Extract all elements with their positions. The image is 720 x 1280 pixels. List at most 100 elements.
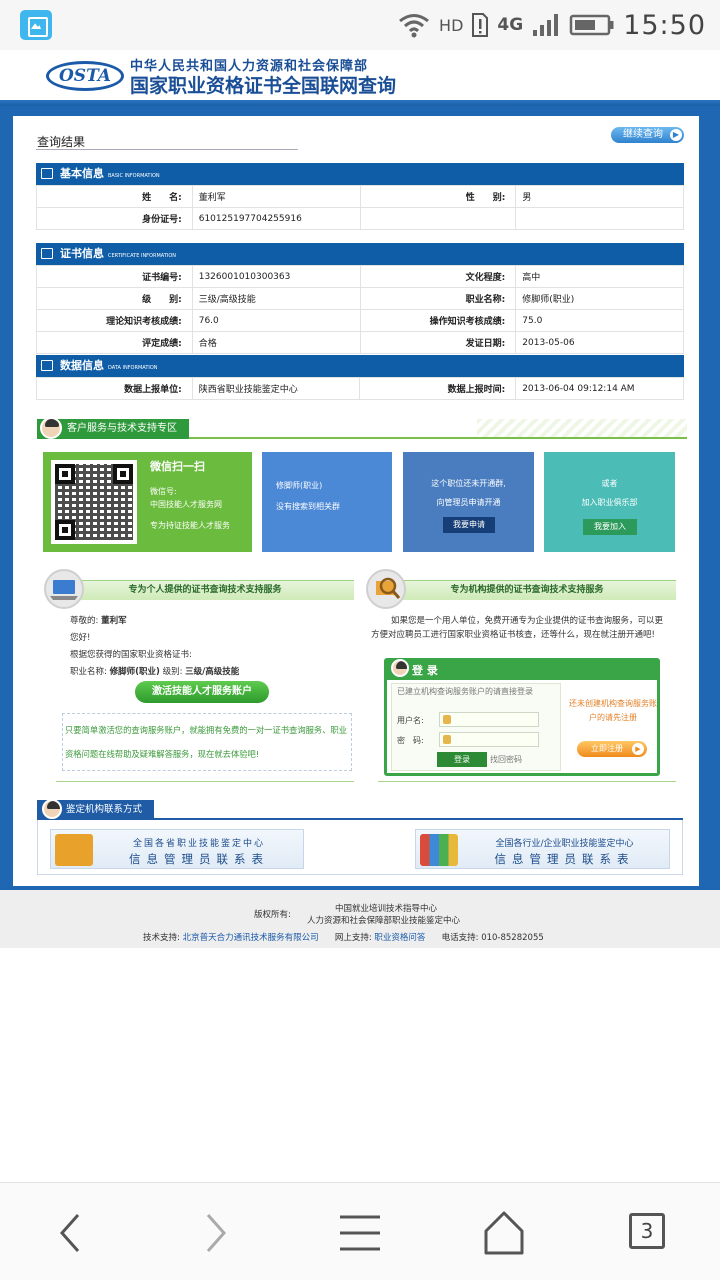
continue-query-label: 继续查询 — [623, 129, 663, 140]
industry-contact-link[interactable]: 全国各行业/企业职业技能鉴定中心 信息管理员联系表 — [415, 829, 670, 869]
back-button[interactable] — [40, 1207, 100, 1259]
field-value: 合格 — [191, 331, 361, 354]
join-button[interactable]: 我要加入 — [583, 519, 637, 535]
tabs-button[interactable]: 3 — [618, 1207, 678, 1259]
wifi-icon — [399, 14, 429, 38]
phone-number: 010-85282055 — [481, 933, 544, 943]
cert-info-header: 证书信息 CERTIFICATE INFORMATION — [36, 243, 684, 265]
field-label: 数据上报时间: — [359, 377, 517, 400]
forgot-password-link[interactable]: 找回密码 — [490, 754, 522, 765]
forward-button[interactable] — [186, 1207, 246, 1259]
battery-icon — [569, 14, 614, 36]
chevron-right-icon — [206, 1214, 227, 1252]
register-label: 立即注册 — [591, 744, 623, 753]
home-button[interactable] — [474, 1207, 534, 1259]
user-icon — [443, 715, 451, 724]
field-label: 级 别: — [36, 287, 193, 310]
wechat-tagline: 专为持证技能人才服务 — [150, 521, 230, 530]
occupation-group-card: 修脚师(职业) 没有搜索到相关群 — [262, 452, 392, 552]
login-header: 登 录 — [387, 661, 657, 680]
field-value: 610125197704255916 — [191, 207, 361, 230]
wechat-account: 中国技能人才服务网 — [150, 500, 222, 509]
menu-button[interactable] — [330, 1207, 390, 1259]
field-label: 性 别: — [359, 185, 517, 208]
apply-group-card: 这个职位还未开通群, 向管理员申请开通 我要申请 — [403, 452, 534, 552]
stripe-decoration — [477, 419, 687, 437]
org-service-header: 专为机构提供的证书查询技术支持服务 — [378, 580, 676, 600]
password-input[interactable] — [439, 732, 539, 747]
customer-service-header: 客户服务与技术支持专区 — [37, 417, 687, 439]
basic-info-title: 基本信息 — [60, 167, 104, 180]
table-row: 身份证号: 610125197704255916 — [36, 207, 684, 230]
site-header: OSTA 中华人民共和国人力资源和社会保障部 国家职业资格证书全国联网查询 — [0, 50, 720, 102]
field-value: 75.0 — [515, 309, 684, 332]
province-contact-line1: 全国各省职业技能鉴定中心 — [132, 839, 265, 849]
cert-info-title-en: CERTIFICATE INFORMATION — [108, 253, 177, 259]
contact-icon — [42, 799, 62, 819]
support-agent-icon — [40, 417, 62, 439]
arrow-right-icon: ▶ — [632, 743, 644, 755]
data-info-header: 数据信息 DATA INFORMATION — [36, 355, 684, 377]
field-value: 2013-05-06 — [515, 331, 684, 354]
tech-support-label: 技术支持: — [143, 933, 180, 943]
data-info-title: 数据信息 — [60, 359, 104, 372]
register-button[interactable]: 立即注册 ▶ — [577, 741, 647, 757]
field-label: 评定成绩: — [36, 331, 193, 354]
copyright-org1: 中国就业培训技术指导中心 — [335, 904, 438, 914]
status-bar: HD 4G 15:50 — [0, 0, 720, 50]
province-contact-link[interactable]: 全国各省职业技能鉴定中心 信息管理员联系表 — [50, 829, 304, 869]
osta-logo[interactable]: OSTA — [46, 61, 124, 91]
login-button[interactable]: 登录 — [437, 752, 487, 767]
wechat-card: 微信扫一扫 微信号: 中国技能人才服务网 专为持证技能人才服务 — [43, 452, 252, 552]
certificate-icon — [41, 248, 53, 259]
wechat-title: 微信扫一扫 — [150, 460, 205, 473]
sim-alert-icon — [472, 13, 489, 37]
appraisal-header: 鉴定机构联系方式 — [37, 799, 683, 820]
online-support-link[interactable]: 职业资格问答 — [374, 933, 425, 943]
user-avatar-icon — [391, 659, 409, 677]
occupation-value: 修脚师(职业) — [109, 667, 160, 677]
apply-button[interactable]: 我要申请 — [443, 517, 495, 533]
signal-icon — [533, 14, 559, 36]
greeting: 尊敬的: 董利军 — [70, 614, 127, 626]
field-label: 理论知识考核成绩: — [36, 309, 193, 332]
hamburger-menu-icon — [340, 1215, 380, 1251]
field-label: 操作知识考核成绩: — [359, 309, 517, 332]
occupation-name: 修脚师(职业) — [276, 481, 323, 490]
field-value: 2013-06-04 09:12:14 AM — [515, 377, 684, 400]
field-label: 数据上报单位: — [36, 377, 193, 400]
arrow-right-icon: ▶ — [670, 129, 682, 141]
province-contact-line2: 信息管理员联系表 — [129, 852, 269, 866]
field-value: 男 — [515, 185, 684, 208]
basic-info-header: 基本信息 BASIC INFORMATION — [36, 163, 684, 185]
table-row: 证书编号: 1326001010300363 文化程度: 高中 — [36, 265, 684, 288]
level-label: 级别: — [162, 667, 183, 677]
online-support-label: 网上支持: — [334, 933, 372, 943]
field-value: 修脚师(职业) — [515, 287, 684, 310]
activate-account-button[interactable]: 激活技能人才服务账户 — [135, 681, 269, 703]
apply-text-1: 这个职位还未开通群, — [431, 479, 506, 488]
divider — [56, 781, 354, 782]
cert-info-table: 证书编号: 1326001010300363 文化程度: 高中 级 别: 三级/… — [36, 265, 684, 354]
basic-info-table: 姓 名: 董利军 性 别: 男 身份证号: 610125197704255916 — [36, 185, 684, 230]
field-value: 陕西省职业技能鉴定中心 — [191, 377, 361, 400]
network-type: 4G — [497, 15, 524, 35]
result-divider — [36, 149, 298, 150]
tech-support-link[interactable]: 北京普天合力通讯技术服务有限公司 — [183, 933, 319, 943]
field-value: 董利军 — [191, 185, 361, 208]
customer-service-title: 客户服务与技术支持专区 — [67, 423, 177, 434]
register-hint: 还未创建机构查询服务账户的请先注册 — [569, 699, 657, 722]
appraisal-title: 鉴定机构联系方式 — [66, 804, 143, 815]
username-input[interactable] — [439, 712, 539, 727]
occupation-line: 职业名称: 修脚师(职业) 级别: 三级/高级技能 — [70, 665, 239, 677]
personal-service-header: 专为个人提供的证书查询技术支持服务 — [56, 580, 354, 600]
continue-query-button[interactable]: 继续查询 ▶ — [611, 127, 684, 143]
level-value: 三级/高级技能 — [185, 667, 240, 677]
username-label: 用户名: — [397, 716, 424, 725]
support-line: 技术支持: 北京普天合力通讯技术服务有限公司 网上支持: 职业资格问答 电话支持… — [143, 931, 544, 943]
phone-support-label: 电话支持: — [441, 933, 479, 943]
laptop-icon — [44, 569, 84, 609]
gallery-notification-icon — [20, 10, 52, 40]
field-value: 76.0 — [191, 309, 361, 332]
site-footer: 版权所有: 中国就业培训技术指导中心 人力资源和社会保障部职业技能鉴定中心 技术… — [0, 886, 720, 948]
